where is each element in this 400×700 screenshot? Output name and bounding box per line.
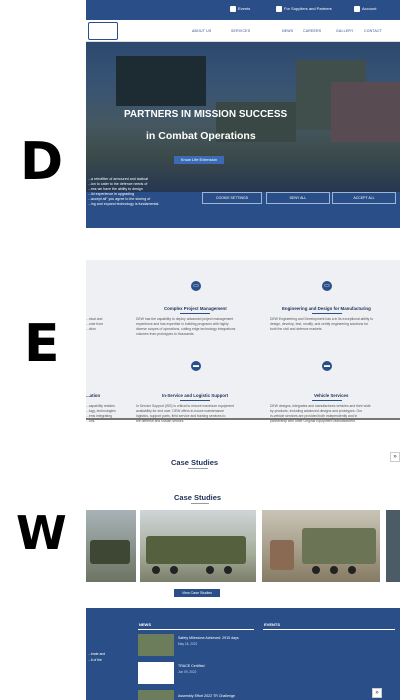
- cookie-text-line: ...lid experience in upgrading: [88, 192, 134, 196]
- section-spacer: [86, 228, 400, 260]
- topbar-suppliers-link[interactable]: For Suppliers and Partners: [284, 6, 332, 11]
- service-title-fragment: ...ation: [86, 393, 101, 398]
- news-thumbnail[interactable]: [138, 662, 174, 684]
- service-title: In-Service and Logistic Support: [162, 393, 229, 398]
- nav-contact[interactable]: CONTACT: [364, 29, 382, 33]
- case-study-image[interactable]: [386, 510, 400, 582]
- deny-all-button[interactable]: DENY ALL: [266, 192, 330, 204]
- cookie-text-line: ...ess we have the ability to design: [88, 187, 143, 191]
- news-date: May 18, 2022: [178, 642, 198, 646]
- site-logo[interactable]: [88, 22, 118, 40]
- brand-letter-d: D: [20, 132, 64, 192]
- news-title[interactable]: Safety Milestone Achieved: 2915 days: [178, 636, 239, 640]
- service-desc: DEW Engineering and Development has a in…: [270, 317, 374, 331]
- nav-about[interactable]: ABOUT US: [192, 29, 211, 33]
- user-icon: [354, 6, 360, 12]
- news-date: Jun 09, 2022: [178, 670, 197, 674]
- hero-tagline-1: PARTNERS IN MISSION SUCCESS: [124, 109, 288, 120]
- case-study-image[interactable]: [262, 510, 380, 582]
- service-desc-fragment: ...nical and ...ome from ...ction: [86, 317, 104, 331]
- hero-tagline-2: in Combat Operations: [146, 130, 256, 142]
- brand-letter-e: E: [24, 314, 60, 374]
- website-screenshot: Events For Suppliers and Partners Accoun…: [86, 0, 400, 700]
- footer-text-fragment: ...it of the: [88, 658, 102, 662]
- service-desc: DEW has the capability to deploy advance…: [136, 317, 236, 336]
- cookie-text-line: ...accept all" you agree to the storing …: [88, 197, 151, 201]
- topbar-account-link[interactable]: Account: [362, 6, 376, 11]
- footer: ...brate and ...it of the NEWS EVENTS Sa…: [86, 608, 400, 700]
- news-title[interactable]: Assembly Effort 2022 TR Challenge: [178, 694, 235, 698]
- case-studies-title: Case Studies: [174, 493, 222, 502]
- news-thumbnail[interactable]: [138, 634, 174, 656]
- service-title: Vehicle Services: [314, 393, 349, 398]
- monitor-icon: ▭: [191, 281, 201, 291]
- truck-icon: ▬: [191, 361, 201, 371]
- calendar-icon: [230, 6, 236, 12]
- services-section: ▭ Complex Project Management DEW has the…: [86, 260, 400, 423]
- case-studies-title-faded: Case Studies: [171, 458, 219, 467]
- handshake-icon: [276, 6, 282, 12]
- section-divider: [86, 418, 400, 420]
- hero-cta-button[interactable]: Know Life Extension: [174, 156, 224, 164]
- case-study-image[interactable]: [140, 510, 256, 582]
- topbar-events-link[interactable]: Events: [238, 6, 250, 11]
- service-title: Complex Project Management: [164, 306, 227, 311]
- cookie-settings-button[interactable]: COOKIE SETTINGS: [202, 192, 262, 204]
- truck-icon: ▬: [322, 361, 332, 371]
- monitor-icon: ▭: [322, 281, 332, 291]
- nav-services[interactable]: SERVICES: [231, 29, 250, 33]
- main-navbar: ABOUT US SERVICES NEWS CAREERS GALLERY C…: [86, 20, 400, 42]
- news-thumbnail[interactable]: [138, 690, 174, 700]
- cookie-text-line: ...ion to cater to the defence needs of: [88, 182, 148, 186]
- hero-banner: PARTNERS IN MISSION SUCCESS in Combat Op…: [86, 42, 400, 228]
- nav-gallery[interactable]: GALLERY: [336, 29, 353, 33]
- service-desc: DEW designs, integrates and manufactures…: [270, 404, 371, 423]
- news-header: NEWS: [139, 622, 151, 627]
- footer-text-fragment: ...brate and: [88, 652, 106, 656]
- accept-all-button[interactable]: ACCEPT ALL: [332, 192, 396, 204]
- case-study-image[interactable]: [86, 510, 136, 582]
- service-desc: In Service Support (ISS) is critical to …: [136, 404, 234, 423]
- brand-letter-w: W: [16, 506, 67, 560]
- view-case-studies-button[interactable]: View Case Studies: [174, 589, 220, 597]
- top-bar: Events For Suppliers and Partners Accoun…: [86, 0, 400, 20]
- scroll-to-top-button[interactable]: »: [372, 688, 382, 698]
- cookie-text-line: ...a retrofitter of armoured and tactica…: [88, 177, 148, 181]
- nav-news[interactable]: NEWS: [282, 29, 293, 33]
- case-studies-grid: [86, 510, 400, 582]
- events-header: EVENTS: [264, 622, 281, 627]
- brand-column: D E W: [0, 0, 86, 700]
- nav-careers[interactable]: CAREERS: [303, 29, 321, 33]
- service-title: Engineering and Design for Manufacturing: [282, 306, 371, 311]
- service-desc-fragment: ...capability resides ...logy, technolog…: [86, 404, 116, 423]
- news-title[interactable]: TRACE Certified: [178, 664, 205, 668]
- page: D E W Events For Suppliers and Partners …: [0, 0, 400, 700]
- scroll-to-top-button[interactable]: »: [390, 452, 400, 462]
- cookie-text-line: ...ing and expand technology is fundamen…: [88, 202, 160, 206]
